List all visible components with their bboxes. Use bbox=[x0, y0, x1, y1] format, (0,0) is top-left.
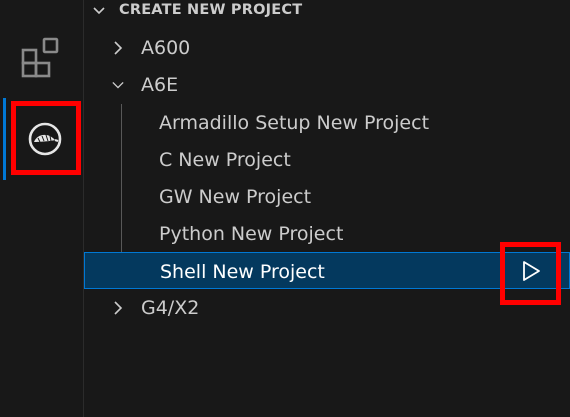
tree-item-label: Shell New Project bbox=[160, 261, 325, 283]
tree-item-label: Armadillo Setup New Project bbox=[159, 112, 430, 134]
highlight-box-run bbox=[500, 242, 561, 305]
tree-item-label: C New Project bbox=[159, 149, 291, 171]
tree-group-a6e[interactable]: A6E bbox=[84, 66, 570, 103]
tree-group-label: A600 bbox=[141, 37, 191, 59]
tree-item-c-new-project[interactable]: C New Project bbox=[84, 141, 570, 178]
tree-item-label: Python New Project bbox=[159, 223, 344, 245]
chevron-down-icon bbox=[93, 7, 105, 15]
highlight-box-armadillo bbox=[11, 101, 81, 175]
tree-group-g4-x2[interactable]: G4/X2 bbox=[84, 289, 570, 326]
tree-group-label: A6E bbox=[141, 74, 179, 96]
tree-item-python-new-project[interactable]: Python New Project bbox=[84, 215, 570, 252]
chevron-right-icon bbox=[114, 301, 123, 315]
chevron-down-icon bbox=[112, 81, 124, 89]
chevron-right-icon bbox=[114, 41, 123, 55]
tree-group-label: G4/X2 bbox=[141, 297, 200, 319]
activity-bar bbox=[0, 0, 83, 417]
tree-group-a600[interactable]: A600 bbox=[84, 29, 570, 66]
extensions-icon[interactable] bbox=[21, 36, 65, 80]
tree-item-shell-new-project[interactable]: Shell New Project bbox=[84, 252, 570, 289]
sidebar: CREATE NEW PROJECT A600 A6E Armadillo Se… bbox=[83, 0, 570, 417]
tree-item-gw-new-project[interactable]: GW New Project bbox=[84, 178, 570, 215]
active-indicator bbox=[3, 98, 6, 180]
section-header[interactable]: CREATE NEW PROJECT bbox=[84, 0, 570, 22]
tree-item-armadillo-setup-new-project[interactable]: Armadillo Setup New Project bbox=[84, 104, 570, 141]
tree-item-label: GW New Project bbox=[159, 186, 312, 208]
section-title: CREATE NEW PROJECT bbox=[119, 2, 303, 18]
